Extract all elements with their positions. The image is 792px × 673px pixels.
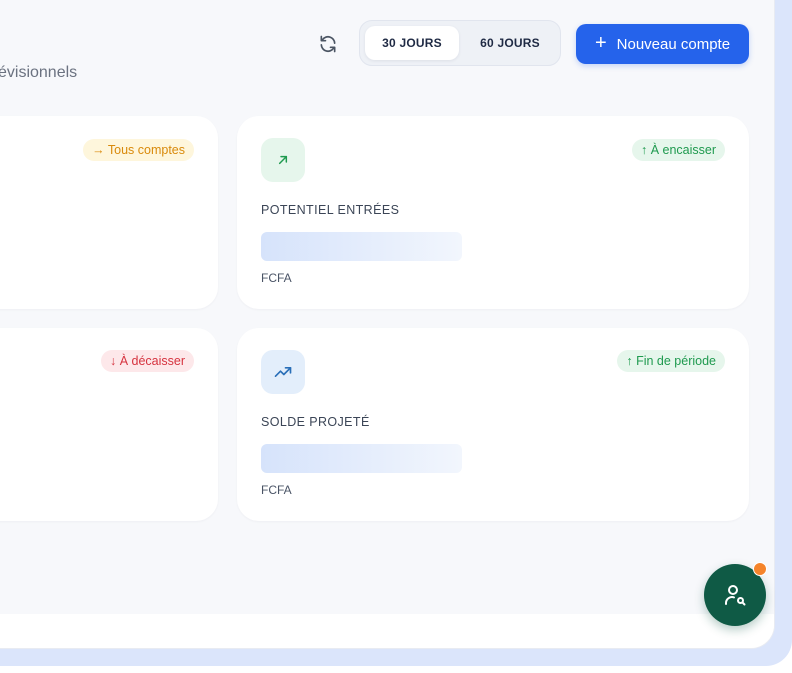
potential-income-label: POTENTIEL ENTRÉES [261,203,400,217]
card-projected-balance: ↑ Fin de période SOLDE PROJETÉ FCFA [237,328,749,521]
notification-dot [753,562,767,576]
page-subtitle: évisionnels [0,64,78,81]
refresh-button[interactable] [316,32,340,56]
new-account-button[interactable]: + Nouveau compte [576,24,749,64]
potential-income-unit: FCFA [261,271,292,285]
period-30-days-button[interactable]: 30 JOURS [365,26,459,60]
user-search-icon [725,585,746,606]
to-disburse-badge: ↓ À décaisser [100,350,194,372]
new-account-label: Nouveau compte [616,35,731,53]
to-collect-badge: ↑ À encaisser [631,139,725,161]
main-panel: évisionnels 30 JOURS 60 JOURS + Nouveau … [0,0,775,649]
projected-balance-unit: FCFA [261,483,292,497]
projected-balance-icon-box [261,350,305,394]
card-all-accounts: → Tous comptes [0,116,218,309]
potential-income-icon-box [261,138,305,182]
card-potential-income: ↑ À encaisser POTENTIEL ENTRÉES FCFA [237,116,749,309]
trending-up-icon [274,367,292,377]
footer-strip [0,614,774,648]
period-60-days-button[interactable]: 60 JOURS [463,26,557,60]
period-toggle: 30 JOURS 60 JOURS [359,20,561,66]
plus-icon: + [594,32,607,54]
card-to-disburse: ↓ À décaisser [0,328,218,521]
arrow-up-right-icon [278,155,288,165]
projected-balance-value-placeholder [261,444,462,473]
all-accounts-badge: → Tous comptes [83,139,194,161]
refresh-icon [320,35,336,53]
potential-income-value-placeholder [261,232,462,261]
end-of-period-badge: ↑ Fin de période [617,350,725,372]
projected-balance-label: SOLDE PROJETÉ [261,415,370,429]
